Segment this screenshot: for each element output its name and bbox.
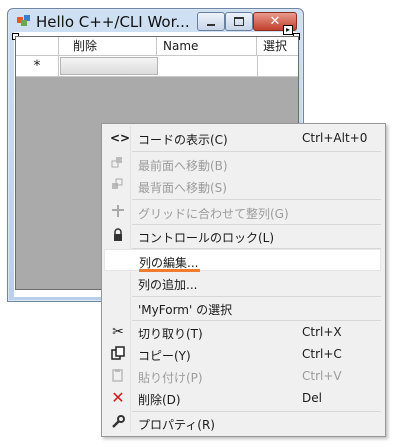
app-icon	[17, 15, 30, 26]
menu-item-bring-to-front[interactable]: 最前面へ移動(B)	[104, 153, 381, 175]
menu-item-paste[interactable]: 貼り付け(P) Ctrl+V	[104, 365, 381, 387]
smart-tag-arrow-icon[interactable]: ▸	[283, 25, 293, 35]
column-header-delete[interactable]: 削除	[59, 37, 157, 55]
menu-separator	[132, 151, 381, 152]
close-icon: ✕	[269, 14, 281, 29]
select-cell[interactable]	[257, 56, 298, 76]
column-header-select[interactable]: 選択	[257, 37, 298, 55]
column-header-name[interactable]: Name	[157, 37, 257, 55]
cut-icon: ✂	[112, 324, 124, 340]
menu-item-lock-controls[interactable]: コントロールのロック(L)	[104, 225, 381, 247]
menu-separator	[132, 199, 381, 200]
window-title: Hello C++/CLI Wor...	[36, 13, 190, 31]
paste-icon	[110, 368, 126, 384]
send-to-back-icon	[110, 178, 126, 194]
delete-icon: ✕	[111, 388, 125, 407]
lock-icon	[110, 228, 126, 244]
context-menu: <> コードの表示(C) Ctrl+Alt+0 最前面へ移動(B) 最背面へ移動…	[101, 123, 386, 437]
maximize-button[interactable]	[225, 12, 253, 31]
align-to-grid-icon	[110, 204, 126, 220]
table-row-new[interactable]: *	[16, 56, 298, 77]
menu-item-align-to-grid[interactable]: グリッドに合わせて整列(G)	[104, 201, 381, 223]
name-cell[interactable]	[157, 56, 258, 76]
menu-item-edit-columns[interactable]: 列の編集...	[104, 249, 381, 272]
maximize-icon	[234, 17, 244, 26]
menu-item-select-form[interactable]: 'MyForm' の選択	[104, 297, 381, 319]
menu-item-properties[interactable]: プロパティ(R)	[104, 412, 381, 434]
grid-header-row: 削除 Name 選択	[16, 37, 298, 56]
menu-item-cut[interactable]: ✂ 切り取り(T) Ctrl+X	[104, 321, 381, 343]
copy-icon	[110, 346, 126, 362]
menu-item-view-code[interactable]: <> コードの表示(C) Ctrl+Alt+0	[104, 127, 381, 149]
grid-corner-header[interactable]	[16, 37, 59, 55]
delete-button-cell[interactable]	[60, 57, 158, 75]
menu-item-send-to-back[interactable]: 最背面へ移動(S)	[104, 175, 381, 197]
view-code-icon: <>	[110, 131, 131, 145]
menu-item-add-column[interactable]: 列の追加...	[104, 272, 381, 294]
new-row-marker: *	[16, 56, 59, 76]
minimize-button[interactable]	[197, 12, 225, 31]
bring-to-front-icon	[110, 156, 126, 172]
properties-icon	[110, 415, 126, 431]
menu-item-delete[interactable]: ✕ 削除(D) Del	[104, 387, 381, 409]
menu-item-copy[interactable]: コピー(Y) Ctrl+C	[104, 343, 381, 365]
minimize-icon	[207, 23, 215, 26]
